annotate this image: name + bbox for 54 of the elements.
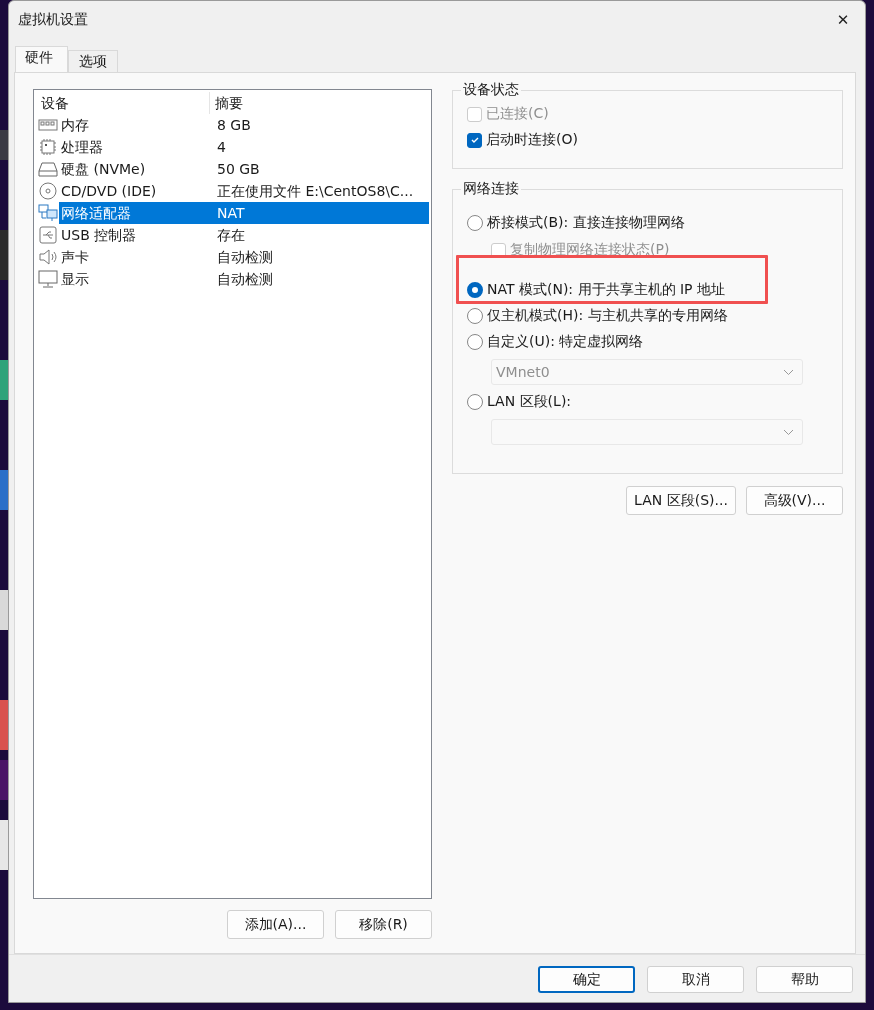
tab[interactable]: 选项 bbox=[68, 50, 118, 72]
network-icon bbox=[37, 204, 58, 222]
table-cell[interactable]: 显示 bbox=[59, 268, 212, 290]
table-cell[interactable]: 声卡 bbox=[59, 246, 212, 268]
table-cell[interactable]: NAT bbox=[212, 202, 429, 224]
table-cell[interactable]: 处理器 bbox=[59, 136, 212, 158]
column-header[interactable]: 设备 bbox=[36, 92, 210, 114]
checkmark-icon bbox=[469, 135, 480, 145]
memory-icon bbox=[37, 118, 58, 132]
radio-label: 仅主机模式(H): 与主机共享的专用网络 bbox=[487, 307, 728, 325]
radio-label: 桥接模式(B): 直接连接物理网络 bbox=[487, 214, 685, 232]
close-button[interactable]: ✕ bbox=[821, 2, 865, 38]
radio-button[interactable] bbox=[467, 215, 483, 231]
checkbox-label: 已连接(C) bbox=[486, 105, 549, 123]
dialog-button[interactable]: 帮助 bbox=[756, 966, 853, 993]
chevron-down-icon bbox=[783, 368, 794, 376]
checkbox[interactable] bbox=[467, 132, 482, 148]
table-cell[interactable]: 8 GB bbox=[212, 114, 429, 136]
chevron-down-icon bbox=[783, 428, 794, 436]
radio-label: LAN 区段(L): bbox=[487, 393, 572, 411]
monitor-icon bbox=[37, 270, 58, 288]
radio-button[interactable] bbox=[467, 282, 483, 298]
table-cell[interactable]: 50 GB bbox=[212, 158, 429, 180]
dialog-button[interactable]: 高级(V)... bbox=[746, 486, 843, 515]
disc-icon bbox=[38, 182, 57, 200]
table-cell[interactable]: 自动检测 bbox=[212, 268, 429, 290]
chip-icon bbox=[38, 138, 57, 156]
usb-icon bbox=[38, 226, 57, 244]
dialog-button[interactable]: 取消 bbox=[647, 966, 744, 993]
table-cell[interactable]: 内存 bbox=[59, 114, 212, 136]
table-cell[interactable]: 自动检测 bbox=[212, 246, 429, 268]
radio-button[interactable] bbox=[467, 394, 483, 410]
table-cell[interactable]: 正在使用文件 E:\CentOS8\C... bbox=[212, 180, 429, 202]
group-title: 网络连接 bbox=[462, 180, 520, 198]
table-cell[interactable]: 存在 bbox=[212, 224, 429, 246]
radio-label: 自定义(U): 特定虚拟网络 bbox=[487, 333, 644, 351]
window-title: 虚拟机设置 bbox=[18, 11, 88, 29]
radio-button[interactable] bbox=[467, 308, 483, 324]
table-cell[interactable]: 4 bbox=[212, 136, 429, 158]
tab[interactable]: 硬件 bbox=[15, 46, 68, 72]
group-title: 设备状态 bbox=[462, 81, 520, 99]
table-cell[interactable]: USB 控制器 bbox=[59, 224, 212, 246]
radio-button[interactable] bbox=[467, 334, 483, 350]
dialog-button[interactable]: 确定 bbox=[538, 966, 635, 993]
speaker-icon bbox=[38, 249, 57, 265]
dialog-button[interactable]: LAN 区段(S)... bbox=[626, 486, 736, 515]
column-header[interactable]: 摘要 bbox=[210, 92, 429, 114]
radio-label: NAT 模式(N): 用于共享主机的 IP 地址 bbox=[487, 281, 725, 299]
table-cell[interactable]: 网络适配器 bbox=[59, 202, 212, 224]
checkbox-label: 启动时连接(O) bbox=[486, 131, 578, 149]
table-cell[interactable]: CD/DVD (IDE) bbox=[59, 180, 212, 202]
dialog-button[interactable]: 移除(R) bbox=[335, 910, 432, 939]
table-cell[interactable]: 硬盘 (NVMe) bbox=[59, 158, 212, 180]
dialog-button[interactable]: 添加(A)... bbox=[227, 910, 324, 939]
